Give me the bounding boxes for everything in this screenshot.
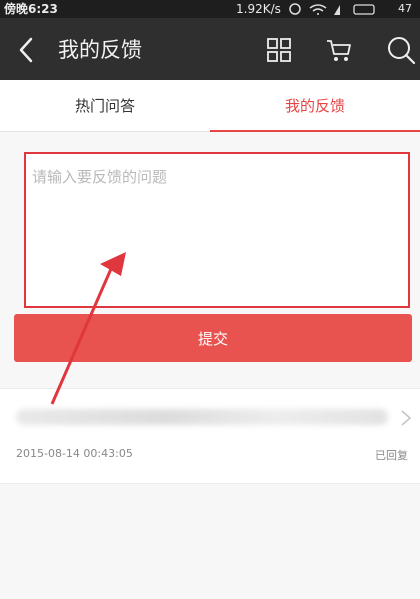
status-time: 傍晚6:23 xyxy=(4,2,58,16)
cart-icon[interactable] xyxy=(325,37,353,63)
page-title: 我的反馈 xyxy=(58,38,142,62)
active-tab-indicator xyxy=(210,130,420,132)
status-icons xyxy=(289,3,375,15)
list-item[interactable]: 2015-08-14 00:43:05 已回复 xyxy=(0,388,420,484)
feedback-textarea[interactable] xyxy=(26,166,408,306)
tab-my-feedback[interactable]: 我的反馈 xyxy=(210,80,420,132)
battery-level: 47 xyxy=(398,2,412,15)
search-icon[interactable] xyxy=(386,35,420,65)
app-header: 我的反馈 xyxy=(0,18,420,80)
feedback-date: 2015-08-14 00:43:05 xyxy=(16,447,133,460)
grid-icon[interactable] xyxy=(266,37,292,63)
status-bar: 傍晚6:23 1.92K/s 47 xyxy=(0,0,420,18)
reply-status: 已回复 xyxy=(375,449,408,462)
feedback-input-box xyxy=(24,152,410,308)
signal-icon xyxy=(334,5,340,15)
blurred-feedback-text xyxy=(16,409,388,425)
wifi-icon xyxy=(309,4,327,15)
back-icon[interactable] xyxy=(16,36,38,64)
tab-bar: 热门问答 我的反馈 xyxy=(0,80,420,132)
tab-hot-questions[interactable]: 热门问答 xyxy=(0,80,210,132)
chevron-right-icon xyxy=(401,410,412,426)
network-speed: 1.92K/s xyxy=(236,2,281,16)
submit-button[interactable]: 提交 xyxy=(14,314,412,362)
battery-icon xyxy=(353,4,375,15)
alarm-icon xyxy=(289,3,301,15)
